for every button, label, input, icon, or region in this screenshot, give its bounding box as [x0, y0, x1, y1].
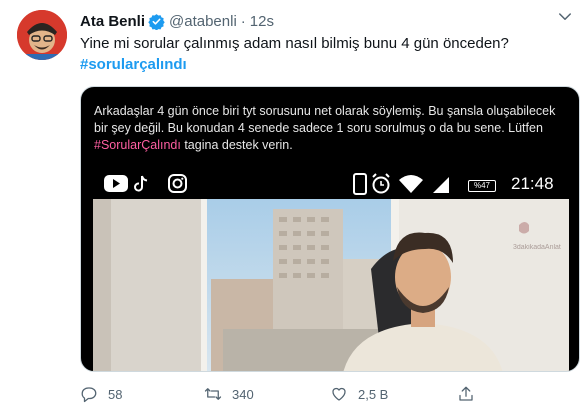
tweet-media[interactable]: Arkadaşlar 4 gün önce biri tyt sorusunu …	[80, 86, 580, 372]
phone-clock: 21:48	[511, 174, 554, 193]
reply-icon	[81, 387, 97, 403]
video-frame: 3dakikadaAnlat	[93, 199, 569, 371]
youtube-icon	[104, 175, 128, 192]
signal-icon	[433, 177, 449, 193]
retweet-button[interactable]: 340	[204, 381, 254, 407]
reply-button[interactable]: 58	[80, 381, 122, 407]
separator-dot: ·	[240, 12, 246, 30]
caption-line-3: #SorularÇalındı tagina destek verin.	[94, 137, 572, 154]
tweet-card[interactable]: Ata Benli @atabenli · 12s Yine mi sorula…	[0, 0, 588, 414]
tweet-header: Ata Benli @atabenli · 12s	[80, 11, 274, 31]
media-caption: Arkadaşlar 4 gün önce biri tyt sorusunu …	[94, 103, 572, 154]
verified-badge-icon	[148, 13, 165, 30]
battery-icon: %47	[468, 180, 496, 192]
caption-line-1: Arkadaşlar 4 gün önce biri tyt sorusunu …	[94, 104, 556, 118]
tiktok-icon	[134, 175, 148, 192]
retweet-icon	[204, 388, 222, 400]
retweet-count: 340	[232, 386, 254, 402]
tweet-text: Yine mi sorular çalınmış adam nasıl bilm…	[80, 35, 509, 52]
hashtag-link[interactable]: #sorularçalındı	[80, 55, 187, 75]
avatar[interactable]	[17, 10, 67, 60]
timestamp[interactable]: 12s	[250, 13, 274, 30]
tweet-actions: 58 340 2,5 B	[80, 381, 580, 407]
wifi-icon	[399, 175, 423, 193]
phone-icon	[353, 173, 367, 195]
avatar-image	[17, 10, 67, 60]
display-name[interactable]: Ata Benli	[80, 13, 145, 30]
heart-icon	[332, 387, 346, 401]
phone-status-bar	[104, 173, 449, 195]
caption-line-2: bir şey değil. Bu konudan 4 senede sadec…	[94, 121, 543, 135]
instagram-icon	[168, 174, 187, 193]
share-button[interactable]	[457, 381, 475, 407]
watermark-logo	[519, 222, 529, 234]
share-icon	[459, 386, 473, 401]
caption-tail: tagina destek verin.	[180, 138, 293, 152]
user-handle[interactable]: @atabenli	[169, 13, 237, 30]
chevron-down-icon[interactable]	[556, 8, 574, 26]
alarm-icon	[372, 173, 390, 194]
caption-hashtag: #SorularÇalındı	[94, 138, 181, 152]
like-button[interactable]: 2,5 B	[330, 381, 388, 407]
reply-count: 58	[108, 386, 123, 402]
watermark-text: 3dakikadaAnlat	[513, 244, 561, 251]
like-count: 2,5 B	[358, 386, 389, 402]
